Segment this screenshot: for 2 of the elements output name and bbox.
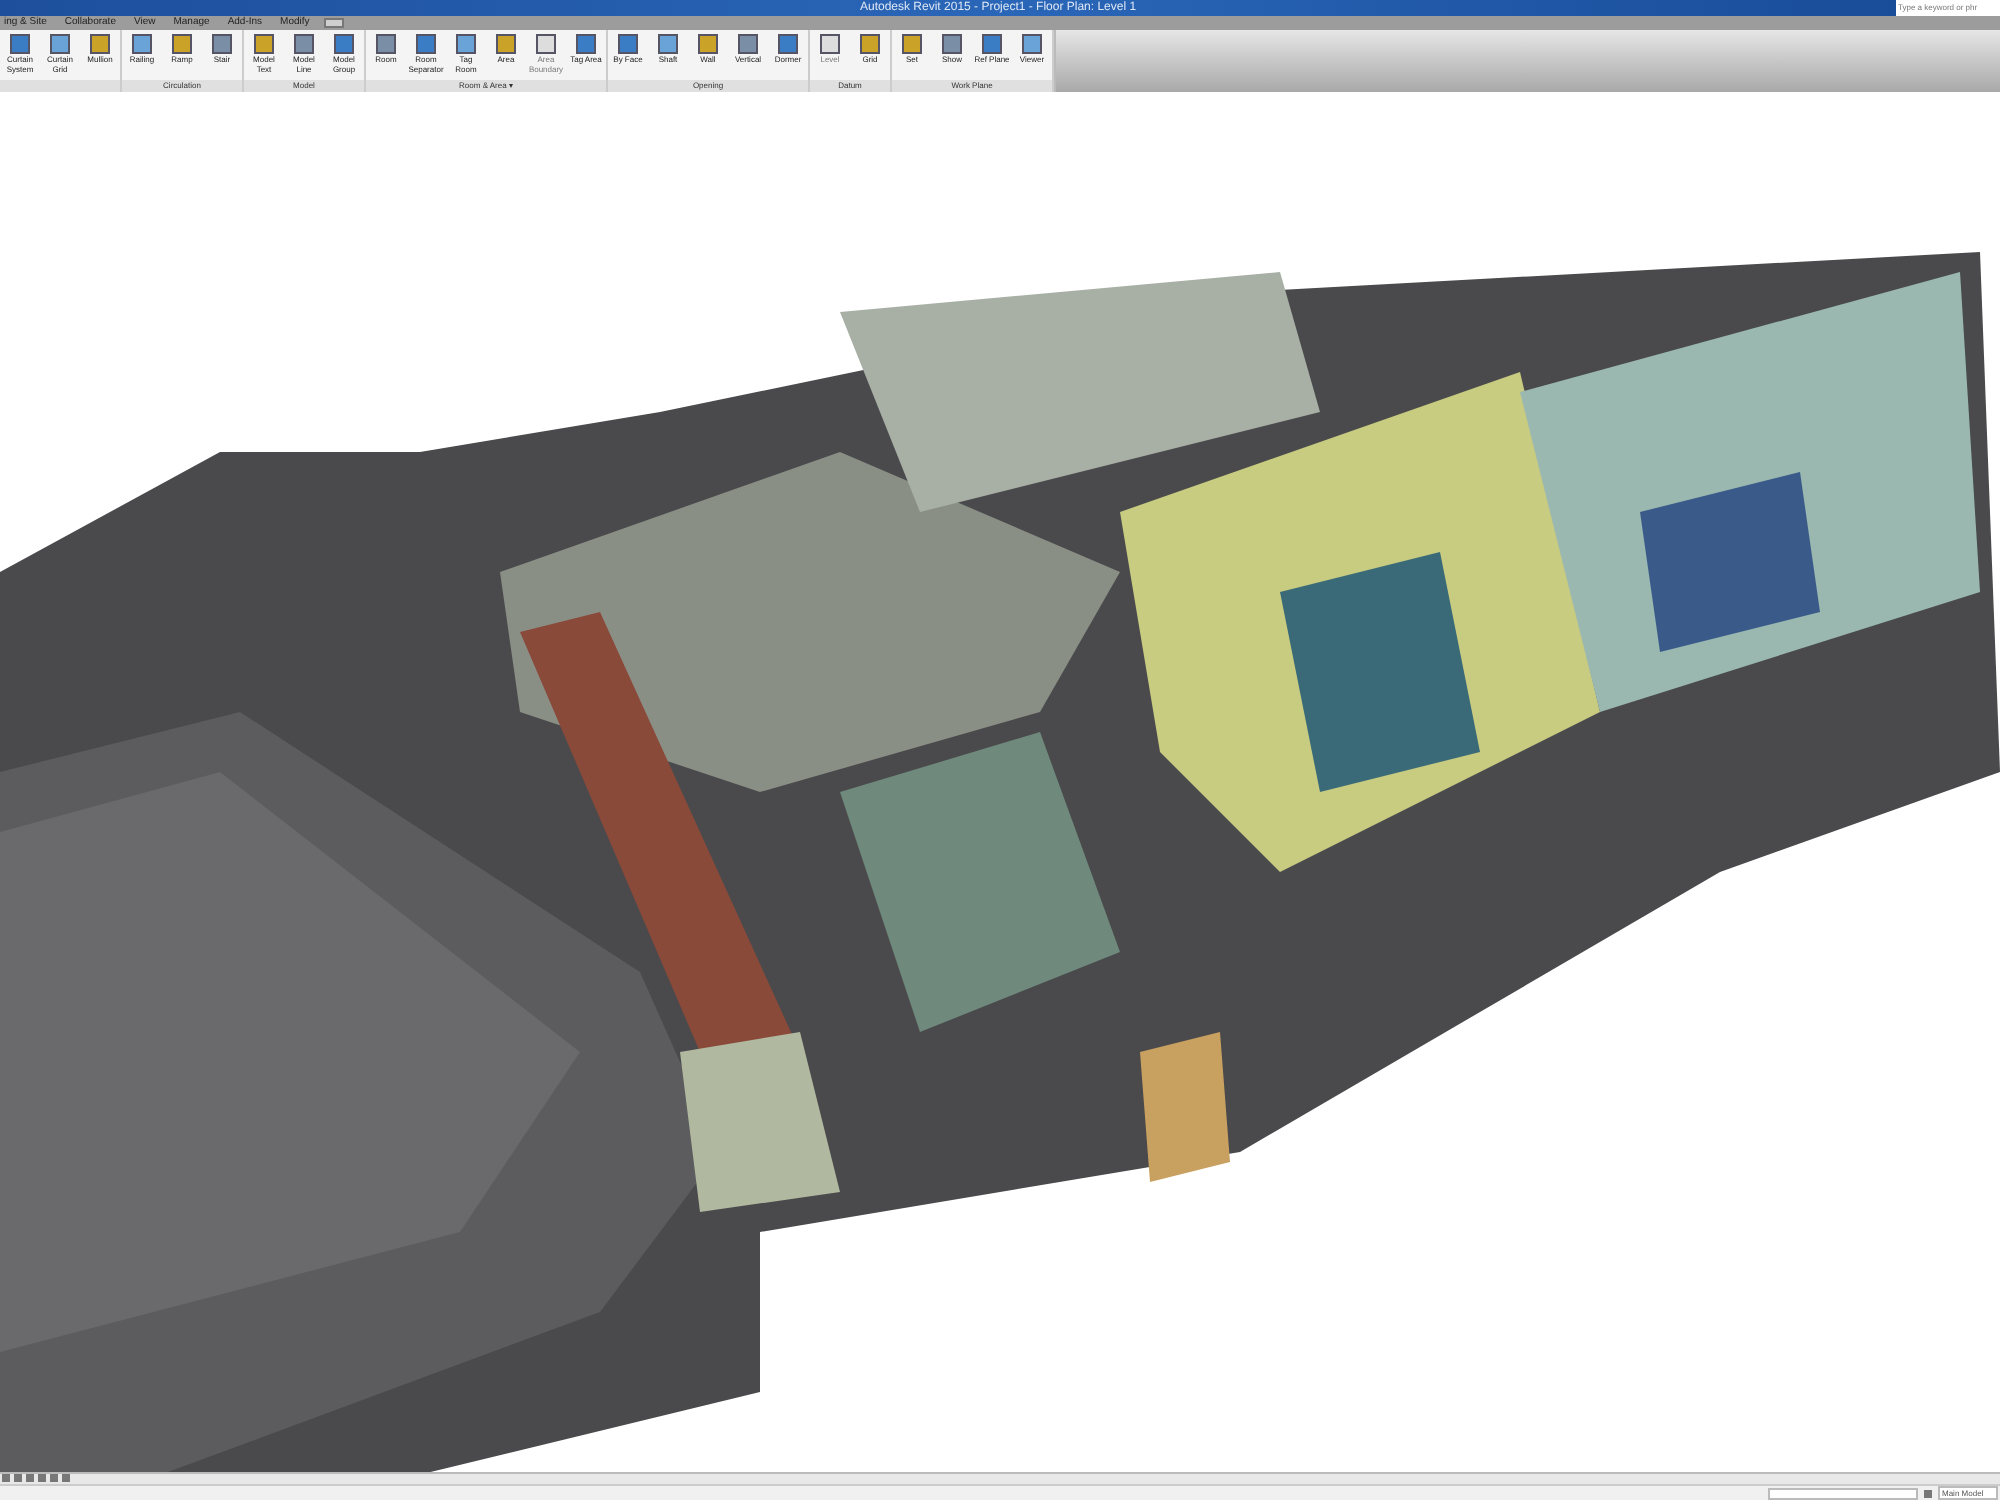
dropdown-field[interactable] [1768,1487,1918,1499]
tab-menu-icon[interactable] [323,18,344,28]
